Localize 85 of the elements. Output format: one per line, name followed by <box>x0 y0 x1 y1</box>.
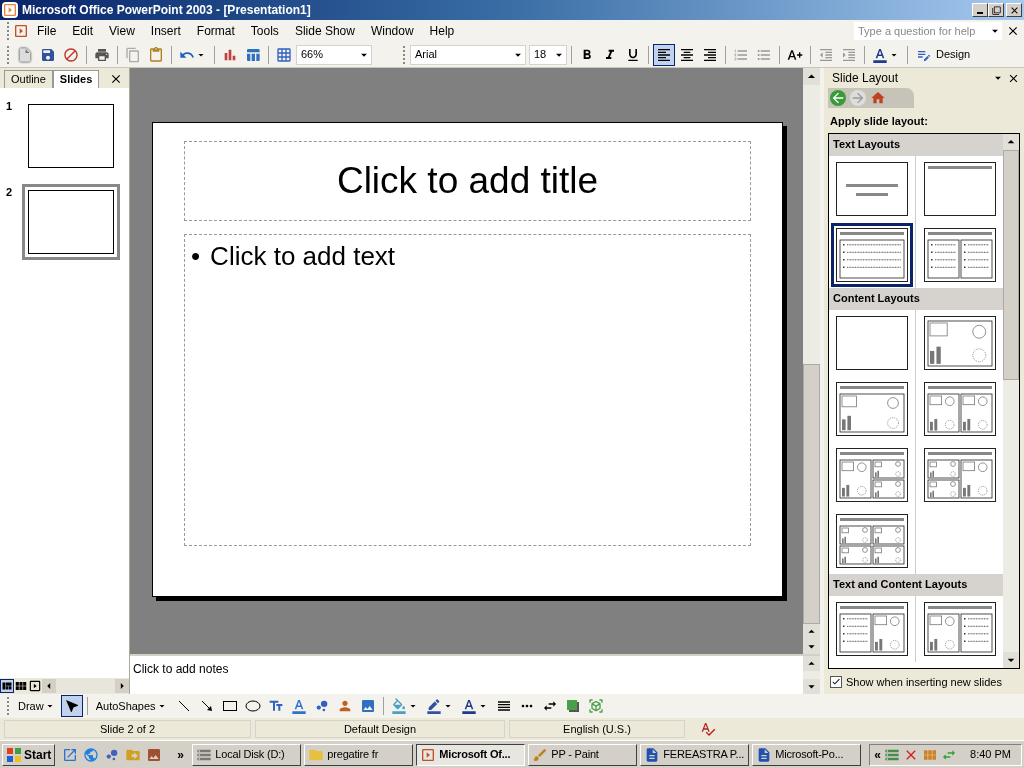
checkbox-label: Show when inserting new slides <box>846 674 1002 690</box>
section-header: Content Layouts <box>829 287 1003 310</box>
slide-title: Click to add title <box>336 159 599 204</box>
font-color-icon <box>872 46 888 63</box>
menu-item[interactable]: Window <box>362 21 422 41</box>
slide-sorter-icon[interactable] <box>14 679 28 693</box>
pane-tab[interactable]: Slides <box>52 70 100 88</box>
status-field: Default Design <box>255 720 505 738</box>
section-header: Text and Content Layouts <box>829 573 1003 596</box>
taskbar-button[interactable]: pregatire fr <box>304 743 414 766</box>
slide-thumbnail[interactable] <box>22 184 120 260</box>
autoshapes-menu-button[interactable]: AutoShapes <box>91 695 172 717</box>
layout-drawing <box>836 161 908 216</box>
draw-menu-button[interactable]: Draw <box>14 695 60 717</box>
windows-logo-icon <box>6 746 22 763</box>
window-title: Microsoft Office PowerPoint 2003 - [Presentation1] <box>22 2 312 19</box>
zoom-dropdown[interactable]: 66% <box>296 44 372 65</box>
menu-item[interactable]: File <box>29 21 65 41</box>
menu-item[interactable]: Insert <box>142 21 189 41</box>
restore-button[interactable] <box>988 3 1004 17</box>
slide-body-text: Click to add text <box>210 240 396 273</box>
task-pane-title: Slide Layout <box>831 70 900 87</box>
tray-chevron[interactable]: « <box>874 745 882 764</box>
taskbar-button[interactable]: FEREASTRA P... <box>640 743 750 766</box>
browser-icon[interactable] <box>83 746 100 763</box>
back-icon[interactable] <box>830 90 846 106</box>
pane-tab[interactable]: Outline <box>4 70 53 88</box>
menu-item[interactable]: Help <box>421 21 463 41</box>
design-button[interactable]: Design <box>912 43 975 66</box>
font-dropdown[interactable]: Arial <box>410 44 526 65</box>
minimize-icon <box>977 12 983 14</box>
layout-drawing <box>836 513 908 568</box>
slide-show-icon[interactable] <box>28 679 42 693</box>
document-icon[interactable] <box>13 23 29 39</box>
menu-item[interactable]: Slide Show <box>286 21 363 41</box>
layout-drawing <box>836 315 908 370</box>
minimize-button[interactable] <box>972 3 988 17</box>
close-icon[interactable] <box>109 72 123 86</box>
menu-item[interactable]: Edit <box>64 21 102 41</box>
paint-bucket-icon <box>390 698 407 714</box>
layout-option[interactable] <box>831 222 913 287</box>
close-button[interactable] <box>1006 3 1022 17</box>
status-field: English (U.S.) <box>509 720 685 738</box>
menu-item[interactable]: View <box>101 21 143 41</box>
body-placeholder[interactable]: • Click to add text <box>184 234 751 546</box>
spelling-icon <box>699 721 717 737</box>
layout-drawing <box>836 227 908 282</box>
layout-drawing <box>836 601 908 656</box>
normal-view-icon[interactable] <box>0 679 14 693</box>
vertical-scrollbar[interactable] <box>803 656 820 694</box>
layout-drawing <box>836 381 908 436</box>
title-placeholder[interactable]: Click to add title <box>184 141 751 221</box>
restore-icon <box>991 5 1001 15</box>
vertical-scrollbar[interactable] <box>1003 133 1019 668</box>
status-field: Slide 2 of 2 <box>4 720 251 738</box>
pen-icon <box>425 698 442 714</box>
layout-drawing <box>836 447 908 502</box>
taskbar-button[interactable]: PP - Paint <box>528 743 638 766</box>
font-size-dropdown[interactable]: 18 <box>529 44 567 65</box>
checkbox[interactable] <box>830 675 842 688</box>
quick-launch-chevron[interactable]: » <box>177 745 190 764</box>
task-pane-heading: Apply slide layout: <box>829 114 929 129</box>
menu-item[interactable]: Tools <box>242 21 287 41</box>
powerpoint-icon <box>420 746 437 763</box>
clock: 8:40 PM <box>970 747 1011 763</box>
start-button[interactable]: Start <box>2 743 56 766</box>
horizontal-scrollbar[interactable] <box>42 679 129 693</box>
close-icon[interactable] <box>1006 24 1020 38</box>
menu-item[interactable]: Format <box>188 21 243 41</box>
pointer-icon[interactable] <box>60 695 83 717</box>
section-header: Text Layouts <box>829 133 1003 156</box>
image-app-icon[interactable] <box>146 746 163 763</box>
slide-number: 2 <box>5 185 14 200</box>
vertical-scrollbar[interactable] <box>803 68 820 654</box>
desktop-icon[interactable] <box>62 746 79 763</box>
taskbar-button[interactable]: Microsoft-Po... <box>752 743 862 766</box>
home-icon[interactable] <box>870 90 886 106</box>
align-left-icon[interactable] <box>653 43 675 66</box>
taskbar-button[interactable]: Microsoft Of... <box>416 743 526 766</box>
slide-number: 1 <box>5 99 14 114</box>
font-color-icon <box>460 698 477 714</box>
taskbar-button[interactable]: Local Disk (D:) <box>192 743 302 766</box>
app-icon <box>2 2 18 18</box>
paint-icon <box>532 746 549 763</box>
bullet: • <box>191 240 201 273</box>
